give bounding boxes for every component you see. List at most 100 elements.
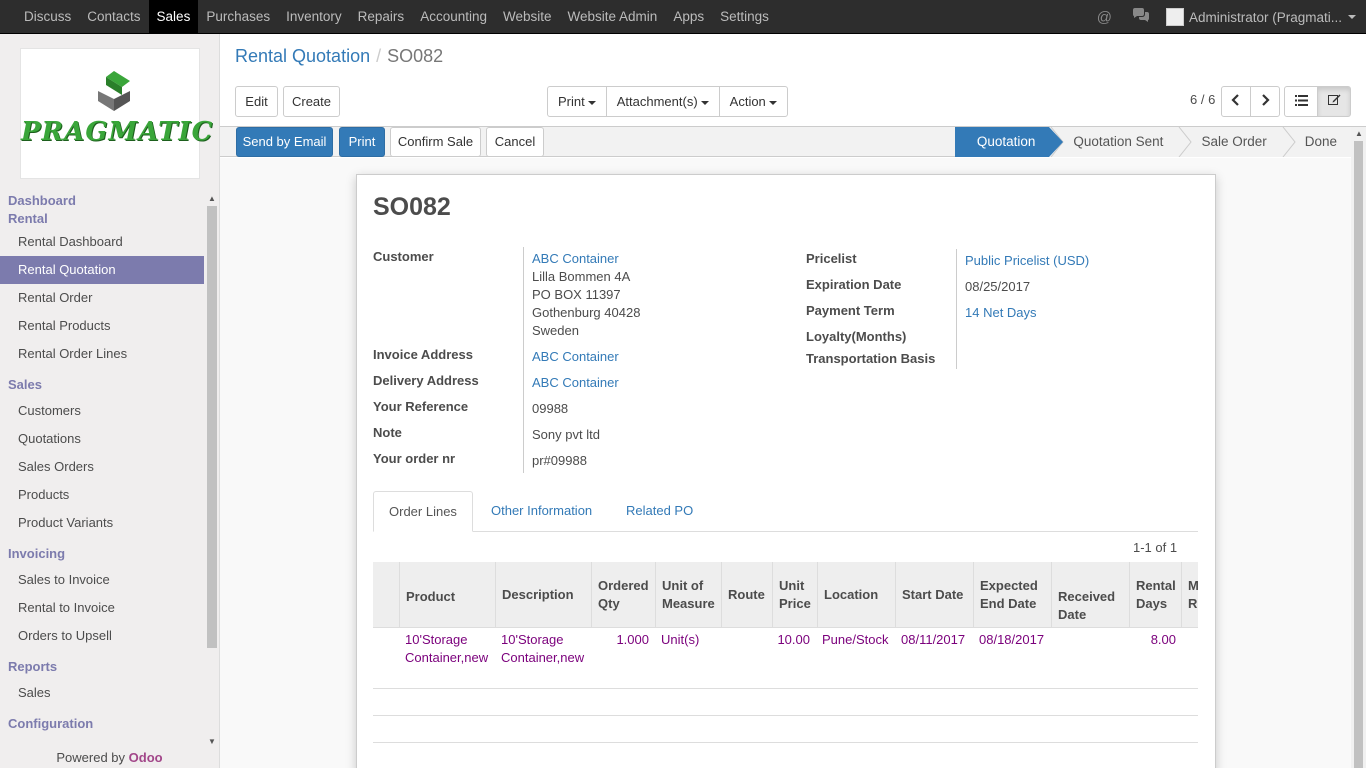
user-menu[interactable]: Administrator (Pragmati...	[1165, 8, 1356, 26]
sidebar-section-invoicing[interactable]: Invoicing	[0, 545, 204, 563]
stage-done-label: Done	[1304, 134, 1337, 149]
sidebar-item-customers[interactable]: Customers	[0, 397, 204, 425]
customer-address-line: Sweden	[532, 323, 579, 338]
menu-discuss[interactable]: Discuss	[16, 0, 79, 34]
col-expected-end-date[interactable]: Expected End Date	[973, 562, 1051, 627]
send-by-email-button[interactable]: Send by Email	[236, 127, 333, 157]
list-view-button[interactable]	[1284, 86, 1318, 117]
menu-website[interactable]: Website	[495, 0, 560, 34]
sidebar-item-rental-order[interactable]: Rental Order	[0, 284, 204, 312]
stage-sale-order[interactable]: Sale Order	[1177, 127, 1281, 157]
col-product[interactable]: Product	[399, 562, 495, 627]
main-scroll-thumb[interactable]	[1354, 141, 1363, 768]
menu-inventory[interactable]: Inventory	[278, 0, 350, 34]
breadcrumb-parent[interactable]: Rental Quotation	[235, 46, 370, 66]
cancel-button[interactable]: Cancel	[486, 127, 544, 157]
sidebar-menu: Dashboard Rental Rental Dashboard Rental…	[0, 192, 204, 733]
col-start-date[interactable]: Start Date	[895, 562, 973, 627]
sidebar-scrollbar[interactable]: ▲ ▼	[205, 194, 218, 749]
prev-record-button[interactable]	[1221, 86, 1251, 117]
scroll-up-icon[interactable]: ▲	[1355, 129, 1363, 138]
col-unit-price[interactable]: Unit Price	[772, 562, 817, 627]
order-nr-value: pr#09988	[532, 453, 587, 468]
scroll-down-icon[interactable]: ▼	[208, 737, 216, 746]
sidebar-section-rental[interactable]: Rental	[0, 210, 204, 228]
confirm-sale-button[interactable]: Confirm Sale	[390, 127, 481, 157]
stage-quotation-sent[interactable]: Quotation Sent	[1049, 127, 1178, 157]
caret-down-icon	[587, 100, 596, 105]
menu-sales[interactable]: Sales	[148, 0, 199, 34]
sidebar-item-rental-order-lines[interactable]: Rental Order Lines	[0, 340, 204, 368]
sidebar-section-dashboard[interactable]: Dashboard	[0, 192, 204, 210]
col-location[interactable]: Location	[817, 562, 895, 627]
next-record-button[interactable]	[1250, 86, 1280, 117]
menu-repairs[interactable]: Repairs	[350, 0, 413, 34]
table-row-empty[interactable]	[373, 716, 1198, 743]
customer-address-line: Gothenburg 40428	[532, 305, 641, 320]
tab-other-information[interactable]: Other Information	[476, 491, 607, 532]
sidebar-section-configuration[interactable]: Configuration	[0, 715, 204, 733]
chat-icon[interactable]	[1132, 8, 1150, 26]
action-dropdown[interactable]: Action	[718, 86, 788, 117]
sidebar-item-orders-to-upsell[interactable]: Orders to Upsell	[0, 622, 204, 650]
chevron-left-icon	[1231, 94, 1239, 106]
sidebar-item-rental-dashboard[interactable]: Rental Dashboard	[0, 228, 204, 256]
sidebar-item-reports-sales[interactable]: Sales	[0, 679, 204, 707]
sidebar-scroll-thumb[interactable]	[207, 206, 217, 648]
col-rental-days[interactable]: Rental Days	[1129, 562, 1181, 627]
menu-accounting[interactable]: Accounting	[412, 0, 495, 34]
sidebar-item-quotations[interactable]: Quotations	[0, 425, 204, 453]
stage-done[interactable]: Done	[1280, 127, 1351, 157]
col-ordered-qty[interactable]: Ordered Qty	[591, 562, 655, 627]
stage-quotation-sent-label: Quotation Sent	[1073, 134, 1164, 149]
tab-related-po[interactable]: Related PO	[611, 491, 708, 532]
print-button[interactable]: Print	[339, 127, 385, 157]
sidebar-section-sales[interactable]: Sales	[0, 376, 204, 394]
breadcrumb: Rental Quotation / SO082	[235, 46, 443, 67]
menu-contacts[interactable]: Contacts	[79, 0, 148, 34]
menu-settings[interactable]: Settings	[712, 0, 777, 34]
menu-apps[interactable]: Apps	[665, 0, 712, 34]
table-row[interactable]: 10'Storage Container,new 10'Storage Contai…	[373, 628, 1198, 689]
menu-website-admin[interactable]: Website Admin	[560, 0, 666, 34]
col-received-date[interactable]: Received Date	[1051, 562, 1129, 627]
menu-purchases[interactable]: Purchases	[198, 0, 278, 34]
sidebar-item-product-variants[interactable]: Product Variants	[0, 509, 204, 537]
stage-quotation[interactable]: Quotation	[954, 127, 1063, 157]
sidebar-item-rental-quotation[interactable]: Rental Quotation	[0, 256, 204, 284]
customer-link[interactable]: ABC Container	[532, 251, 619, 266]
delivery-address-link[interactable]: ABC Container	[532, 375, 619, 390]
pricelist-link[interactable]: Public Pricelist (USD)	[965, 253, 1089, 268]
arrow-separator-icon	[1282, 127, 1296, 157]
col-more[interactable]: MR	[1181, 562, 1198, 627]
attachments-dropdown-label: Attachment(s)	[616, 94, 698, 109]
sidebar-item-sales-to-invoice[interactable]: Sales to Invoice	[0, 566, 204, 594]
print-dropdown-label: Print	[558, 94, 585, 109]
col-uom-line: Measure	[662, 596, 715, 611]
tab-order-lines[interactable]: Order Lines	[373, 491, 473, 532]
col-description[interactable]: Description	[495, 562, 591, 627]
powered-by: Powered by Odoo	[0, 748, 219, 768]
sidebar-item-rental-to-invoice[interactable]: Rental to Invoice	[0, 594, 204, 622]
col-route[interactable]: Route	[721, 562, 772, 627]
note-label: Note	[373, 425, 402, 440]
odoo-link[interactable]: Odoo	[129, 750, 163, 765]
create-button[interactable]: Create	[283, 86, 340, 117]
invoice-address-link[interactable]: ABC Container	[532, 349, 619, 364]
scroll-up-icon[interactable]: ▲	[208, 194, 216, 203]
edit-button[interactable]: Edit	[235, 86, 278, 117]
sidebar-item-rental-products[interactable]: Rental Products	[0, 312, 204, 340]
print-dropdown[interactable]: Print	[547, 86, 607, 117]
col-unit-of-measure[interactable]: Unit of Measure	[655, 562, 721, 627]
company-logo[interactable]: PRAGMATIC	[20, 48, 212, 179]
sidebar-item-products[interactable]: Products	[0, 481, 204, 509]
main-scrollbar[interactable]: ▲	[1351, 127, 1366, 768]
top-navbar: Discuss Contacts Sales Purchases Invento…	[0, 0, 1366, 34]
sidebar-item-sales-orders[interactable]: Sales Orders	[0, 453, 204, 481]
sidebar-section-reports[interactable]: Reports	[0, 658, 204, 676]
form-view-button[interactable]	[1317, 86, 1351, 117]
at-mention-icon[interactable]: @	[1097, 9, 1112, 26]
payment-term-link[interactable]: 14 Net Days	[965, 305, 1037, 320]
attachments-dropdown[interactable]: Attachment(s)	[605, 86, 720, 117]
table-row-empty[interactable]	[373, 689, 1198, 716]
